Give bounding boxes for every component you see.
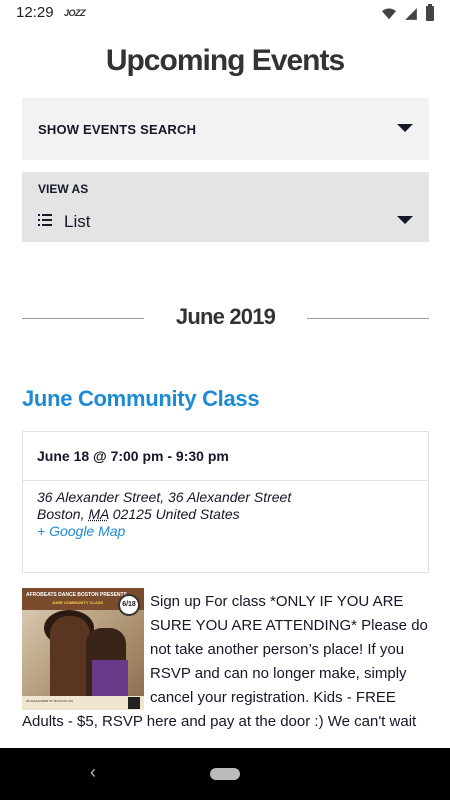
google-map-link[interactable]: + Google Map xyxy=(37,523,414,540)
venue-city-line: Boston, MA 02125 United States xyxy=(37,506,240,522)
signal-icon xyxy=(405,7,417,20)
home-icon[interactable] xyxy=(210,768,240,780)
view-as-value: List xyxy=(64,212,91,231)
android-nav-bar: ‹ xyxy=(0,748,450,800)
list-icon xyxy=(38,214,54,226)
status-icons xyxy=(382,4,434,21)
status-bar: 12:29 JOZZ xyxy=(0,0,450,26)
venue-zip-country: 02125 United States xyxy=(112,506,240,522)
event-details-box: June 18 @ 7:00 pm - 9:30 pm 36 Alexander… xyxy=(22,431,429,573)
venue-state: MA xyxy=(88,506,109,522)
show-events-search-label: SHOW EVENTS SEARCH xyxy=(38,122,197,137)
month-separator: June 2019 xyxy=(22,304,429,334)
app-notification-icon: JOZZ xyxy=(64,8,86,18)
venue-city: Boston xyxy=(37,506,81,522)
view-as-select[interactable]: VIEW AS List xyxy=(22,172,429,242)
battery-icon xyxy=(426,4,434,21)
event-venue: 36 Alexander Street, 36 Alexander Street… xyxy=(23,481,428,548)
venue-street: 36 Alexander Street, 36 Alexander Street xyxy=(37,489,292,505)
status-time: 12:29 xyxy=(16,4,54,21)
view-as-label: VIEW AS xyxy=(38,182,89,196)
divider xyxy=(307,318,429,319)
event-datetime: June 18 @ 7:00 pm - 9:30 pm xyxy=(23,432,428,481)
back-icon[interactable]: ‹ xyxy=(90,762,96,783)
chevron-down-icon xyxy=(397,216,413,224)
event-title-link[interactable]: June Community Class xyxy=(22,386,260,412)
show-events-search-toggle[interactable]: SHOW EVENTS SEARCH xyxy=(22,98,429,160)
event-description: Sign up For class *ONLY IF YOU ARE SURE … xyxy=(22,590,430,734)
chevron-down-icon xyxy=(397,124,413,132)
page-title: Upcoming Events xyxy=(105,44,345,77)
wifi-icon xyxy=(382,7,396,19)
month-label: June 2019 xyxy=(175,304,276,329)
